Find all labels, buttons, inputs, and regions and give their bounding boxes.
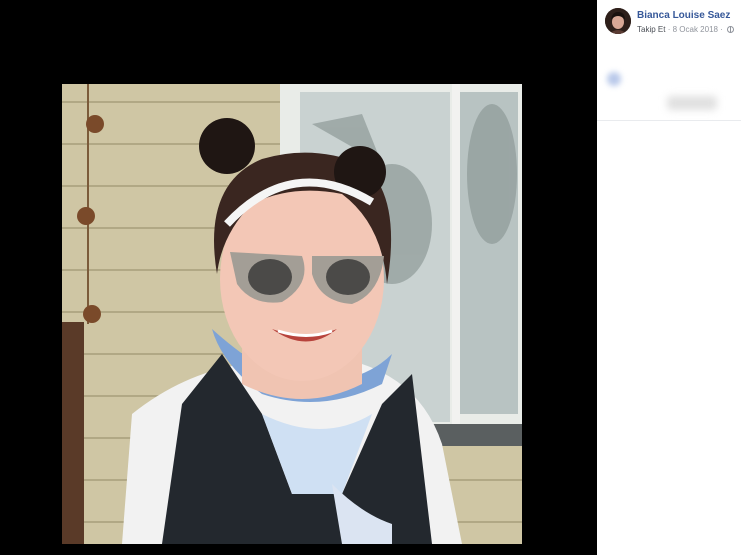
post-meta: Takip Et · 8 Ocak 2018 ·: [637, 25, 735, 34]
post-date[interactable]: 8 Ocak 2018: [673, 25, 718, 34]
divider: [597, 120, 741, 121]
avatar[interactable]: [605, 8, 631, 34]
meta-separator-2: ·: [720, 25, 723, 34]
photo-illustration: [62, 84, 522, 544]
avatar-image: [605, 8, 631, 34]
blurred-reactions-area: [601, 60, 737, 120]
post-photo[interactable]: [62, 84, 522, 544]
blurred-reaction-icon: [607, 72, 621, 86]
post-sidebar: Bianca Louise Saez Takip Et · 8 Ocak 201…: [597, 0, 741, 555]
blurred-count: [667, 96, 717, 110]
follow-link[interactable]: Takip Et: [637, 25, 665, 34]
post-author-header: Bianca Louise Saez Takip Et · 8 Ocak 201…: [605, 8, 737, 38]
globe-icon[interactable]: [727, 26, 735, 33]
meta-separator: ·: [667, 25, 671, 34]
author-name-link[interactable]: Bianca Louise Saez: [637, 10, 730, 21]
photo-viewer: [0, 0, 597, 555]
